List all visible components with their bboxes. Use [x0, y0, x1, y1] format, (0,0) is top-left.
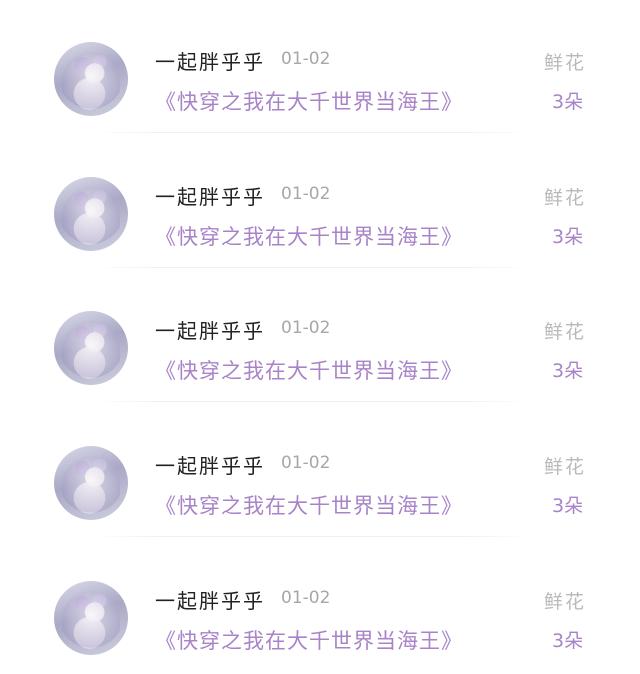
- user-avatar[interactable]: [54, 446, 128, 520]
- gift-type: 鲜花: [544, 187, 587, 209]
- book-title-link[interactable]: 《快穿之我在大千世界当海王》: [155, 625, 463, 655]
- username[interactable]: 一起胖乎乎: [155, 450, 265, 479]
- row-divider: [92, 132, 532, 133]
- avatar-image: [62, 456, 120, 516]
- username[interactable]: 一起胖乎乎: [155, 315, 265, 344]
- user-avatar[interactable]: [54, 311, 128, 385]
- row-divider: [92, 401, 532, 402]
- gift-date: 01-02: [281, 184, 331, 204]
- gift-date: 01-02: [281, 453, 331, 473]
- gift-date: 01-02: [281, 49, 331, 69]
- user-avatar[interactable]: [54, 42, 128, 116]
- list-item[interactable]: 一起胖乎乎 01-02 《快穿之我在大千世界当海王》 鲜花 3朵: [0, 404, 640, 539]
- book-title-link[interactable]: 《快穿之我在大千世界当海王》: [155, 490, 463, 520]
- row-divider: [92, 267, 532, 268]
- list-item[interactable]: 一起胖乎乎 01-02 《快穿之我在大千世界当海王》 鲜花 3朵: [0, 539, 640, 674]
- book-title-link[interactable]: 《快穿之我在大千世界当海王》: [155, 86, 463, 116]
- list-item[interactable]: 一起胖乎乎 01-02 《快穿之我在大千世界当海王》 鲜花 3朵: [0, 135, 640, 270]
- user-avatar[interactable]: [54, 581, 128, 655]
- gift-count: 3朵: [552, 495, 584, 517]
- gift-count: 3朵: [552, 630, 584, 652]
- username[interactable]: 一起胖乎乎: [155, 585, 265, 614]
- gift-record-list: 一起胖乎乎 01-02 《快穿之我在大千世界当海王》 鲜花 3朵 一起胖乎乎 0…: [0, 0, 640, 671]
- gift-count: 3朵: [552, 360, 584, 382]
- book-title-link[interactable]: 《快穿之我在大千世界当海王》: [155, 355, 463, 385]
- gift-count: 3朵: [552, 91, 584, 113]
- gift-type: 鲜花: [544, 456, 587, 478]
- avatar-image: [62, 321, 120, 381]
- user-avatar[interactable]: [54, 177, 128, 251]
- avatar-image: [62, 52, 120, 112]
- gift-date: 01-02: [281, 588, 331, 608]
- list-item[interactable]: 一起胖乎乎 01-02 《快穿之我在大千世界当海王》 鲜花 3朵: [0, 0, 640, 135]
- gift-type: 鲜花: [544, 321, 587, 343]
- book-title-link[interactable]: 《快穿之我在大千世界当海王》: [155, 221, 463, 251]
- gift-type: 鲜花: [544, 52, 587, 74]
- gift-count: 3朵: [552, 226, 584, 248]
- gift-date: 01-02: [281, 318, 331, 338]
- row-divider: [92, 536, 532, 537]
- avatar-image: [62, 187, 120, 247]
- username[interactable]: 一起胖乎乎: [155, 181, 265, 210]
- avatar-image: [62, 591, 120, 651]
- list-item[interactable]: 一起胖乎乎 01-02 《快穿之我在大千世界当海王》 鲜花 3朵: [0, 269, 640, 404]
- username[interactable]: 一起胖乎乎: [155, 46, 265, 75]
- gift-type: 鲜花: [544, 591, 587, 613]
